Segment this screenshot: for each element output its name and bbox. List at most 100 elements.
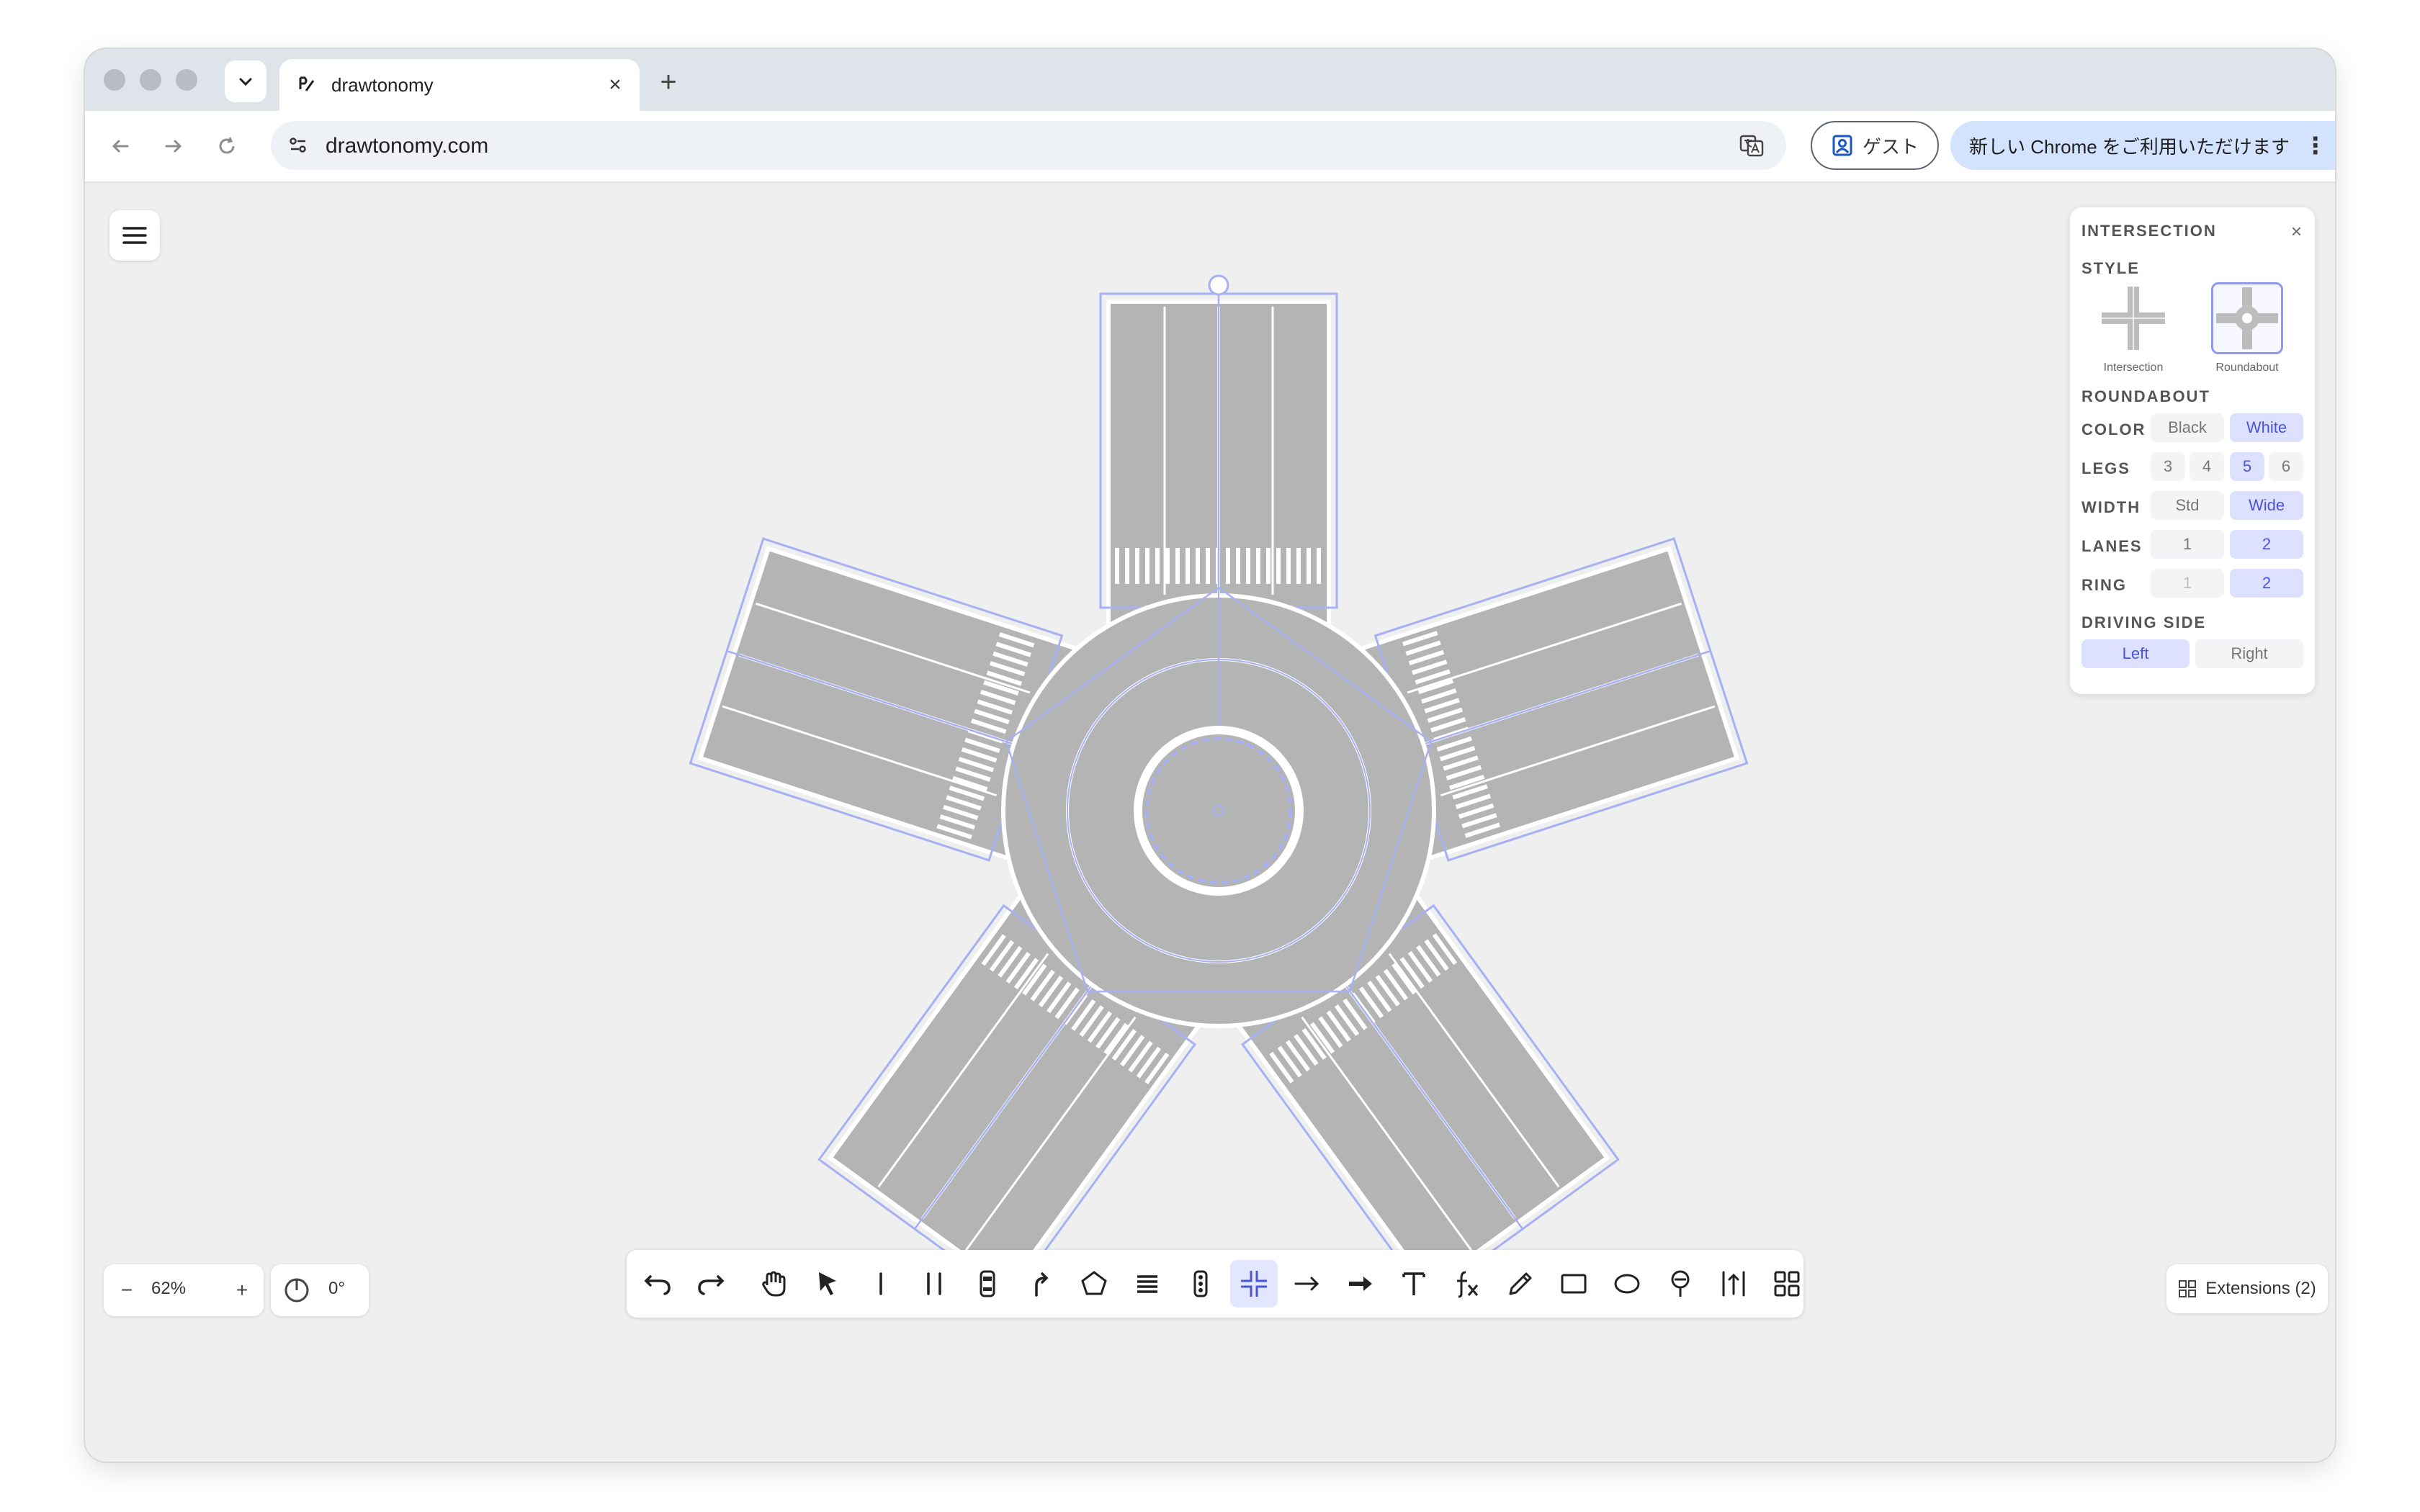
style-intersection-option[interactable] (2097, 282, 2169, 354)
formula-icon (1451, 1268, 1483, 1300)
translate-icon[interactable] (1736, 130, 1767, 161)
single-line-tool[interactable] (857, 1260, 905, 1308)
bold-arrow-tool[interactable] (1337, 1260, 1384, 1308)
hand-tool[interactable] (750, 1260, 798, 1308)
lanes-label: LANES (2081, 537, 2143, 555)
intersection-tool[interactable] (1230, 1260, 1278, 1308)
rectangle-tool[interactable] (1550, 1260, 1597, 1308)
tool-bar (627, 1250, 1803, 1318)
grid-tool[interactable] (1763, 1260, 1811, 1308)
rotation-value: 0° (328, 1279, 345, 1298)
intersection-icon (1238, 1268, 1270, 1300)
window-close-dot[interactable] (104, 69, 125, 91)
select-tool[interactable] (804, 1260, 851, 1308)
browser-tab[interactable]: drawtonomy × (279, 59, 640, 111)
ring-2-option[interactable]: 2 (2230, 569, 2303, 598)
turn-path-tool[interactable] (1017, 1260, 1065, 1308)
legs-3-option[interactable]: 3 (2151, 452, 2185, 481)
address-bar[interactable]: drawtonomy.com (271, 121, 1786, 170)
style-label: STYLE (2081, 259, 2140, 277)
style-roundabout-option[interactable] (2211, 282, 2283, 354)
legs-label: LEGS (2081, 459, 2130, 477)
driving-side-left-option[interactable]: Left (2081, 639, 2190, 668)
site-settings-icon[interactable] (282, 130, 314, 161)
browser-window: drawtonomy × + drawtonomy.com ゲスト 新しい Ch… (85, 49, 2335, 1462)
chevron-down-icon (237, 73, 254, 90)
ring-1-option[interactable]: 1 (2151, 569, 2224, 598)
lane-arrow-tool[interactable] (1710, 1260, 1757, 1308)
back-button[interactable] (101, 127, 140, 166)
width-wide-option[interactable]: Wide (2230, 491, 2303, 520)
extensions-label: Extensions (2) (2205, 1279, 2316, 1298)
pencil-tool[interactable] (1497, 1260, 1544, 1308)
drawtonomy-favicon-icon (295, 74, 317, 96)
rotation-icon (282, 1276, 311, 1305)
lanes-1-option[interactable]: 1 (2151, 530, 2224, 559)
arrow-tool[interactable] (1283, 1260, 1331, 1308)
chrome-update-button[interactable]: 新しい Chrome をご利用いただけます ⋮ (1950, 121, 2335, 170)
crosswalk-icon (1131, 1268, 1163, 1300)
single-line-icon (865, 1268, 897, 1300)
lanes-2-option[interactable]: 2 (2230, 530, 2303, 559)
style-intersection-caption: Intersection (2103, 361, 2164, 374)
profile-guest-button[interactable]: ゲスト (1811, 121, 1939, 170)
legs-6-option[interactable]: 6 (2269, 452, 2303, 481)
sign-tool[interactable] (1657, 1260, 1704, 1308)
forward-button[interactable] (154, 127, 193, 166)
arrow-left-icon (109, 135, 131, 157)
reload-icon (216, 135, 238, 157)
more-vert-icon[interactable]: ⋮ (2304, 132, 2327, 159)
polygon-tool[interactable] (1070, 1260, 1118, 1308)
window-zoom-dot[interactable] (176, 69, 197, 91)
sign-icon (1664, 1268, 1696, 1300)
roundabout-style-icon (2213, 284, 2281, 352)
tab-search-button[interactable] (225, 60, 266, 102)
zoom-level[interactable]: 62% (151, 1279, 186, 1299)
intersection-panel: INTERSECTION × STYLE Intersection Rounda… (2070, 207, 2315, 694)
roundabout-section-label: ROUNDABOUT (2081, 387, 2210, 405)
ring-label: RING (2081, 576, 2127, 594)
width-std-option[interactable]: Std (2151, 491, 2224, 520)
lane-arrow-icon (1718, 1268, 1749, 1300)
tab-close-button[interactable]: × (601, 71, 629, 99)
update-label: 新しい Chrome をご利用いただけます (1969, 135, 2290, 158)
color-black-option[interactable]: Black (2151, 413, 2224, 442)
vehicle-tool[interactable] (964, 1260, 1011, 1308)
zoom-out-button[interactable]: − (112, 1276, 141, 1305)
panel-close-button[interactable]: × (2291, 220, 2302, 243)
url-text[interactable]: drawtonomy.com (326, 134, 488, 158)
guest-label: ゲスト (1862, 135, 1919, 158)
undo-icon (642, 1268, 673, 1300)
zoom-in-button[interactable]: + (228, 1276, 256, 1305)
bold-arrow-icon (1345, 1268, 1376, 1300)
window-minimize-dot[interactable] (140, 69, 161, 91)
person-icon (1831, 134, 1854, 157)
reload-button[interactable] (207, 127, 246, 166)
color-white-option[interactable]: White (2230, 413, 2303, 442)
traffic-light-tool[interactable] (1177, 1260, 1224, 1308)
rotation-control[interactable]: 0° (271, 1264, 369, 1316)
intersection-style-icon (2097, 282, 2169, 354)
driving-side-right-option[interactable]: Right (2195, 639, 2303, 668)
legs-5-option[interactable]: 5 (2230, 452, 2264, 481)
double-line-icon (918, 1268, 950, 1300)
redo-icon (695, 1268, 727, 1300)
width-label: WIDTH (2081, 498, 2141, 516)
text-tool[interactable] (1390, 1260, 1438, 1308)
ellipse-tool[interactable] (1603, 1260, 1651, 1308)
color-label: COLOR (2081, 420, 2146, 438)
legs-4-option[interactable]: 4 (2190, 452, 2224, 481)
crosswalk-tool[interactable] (1124, 1260, 1171, 1308)
panel-title: INTERSECTION (2081, 222, 2217, 240)
select-arrow-icon (812, 1268, 843, 1300)
traffic-light-icon (1185, 1268, 1216, 1300)
double-line-tool[interactable] (910, 1260, 958, 1308)
ellipse-icon (1611, 1268, 1643, 1300)
new-tab-button[interactable]: + (648, 62, 689, 102)
extensions-button[interactable]: Extensions (2) (2166, 1264, 2328, 1313)
formula-tool[interactable] (1443, 1260, 1491, 1308)
extensions-grid-icon (2178, 1279, 2197, 1298)
undo-tool[interactable] (634, 1260, 681, 1308)
driving-side-label: DRIVING SIDE (2081, 613, 2207, 631)
redo-tool[interactable] (687, 1260, 735, 1308)
